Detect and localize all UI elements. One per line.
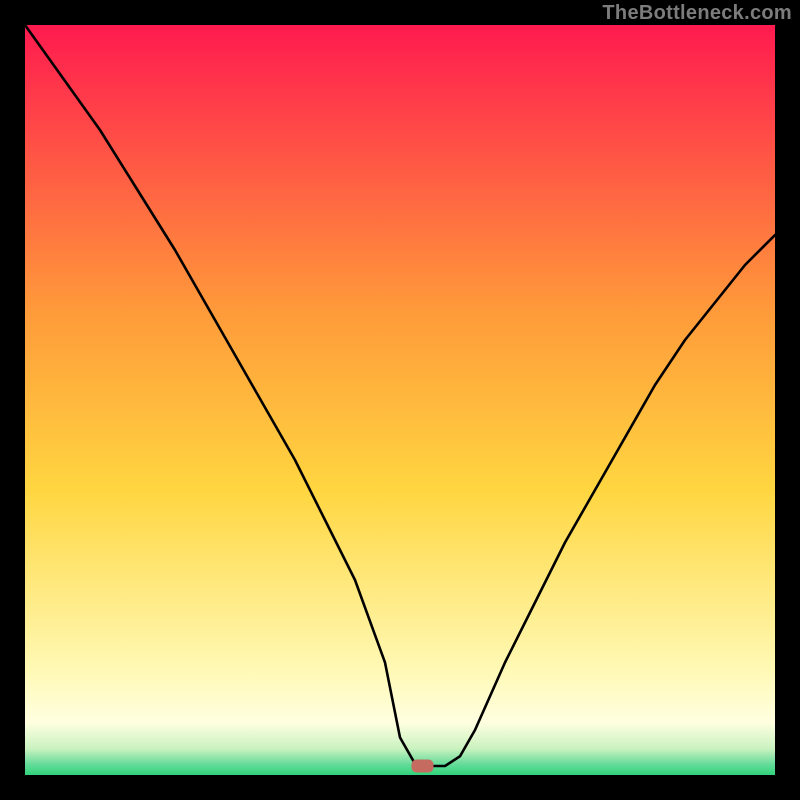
- chart-frame: TheBottleneck.com: [0, 0, 800, 800]
- min-marker: [412, 760, 434, 773]
- watermark-text: TheBottleneck.com: [602, 2, 792, 25]
- gradient-background: [25, 25, 775, 775]
- plot-area: [25, 25, 775, 775]
